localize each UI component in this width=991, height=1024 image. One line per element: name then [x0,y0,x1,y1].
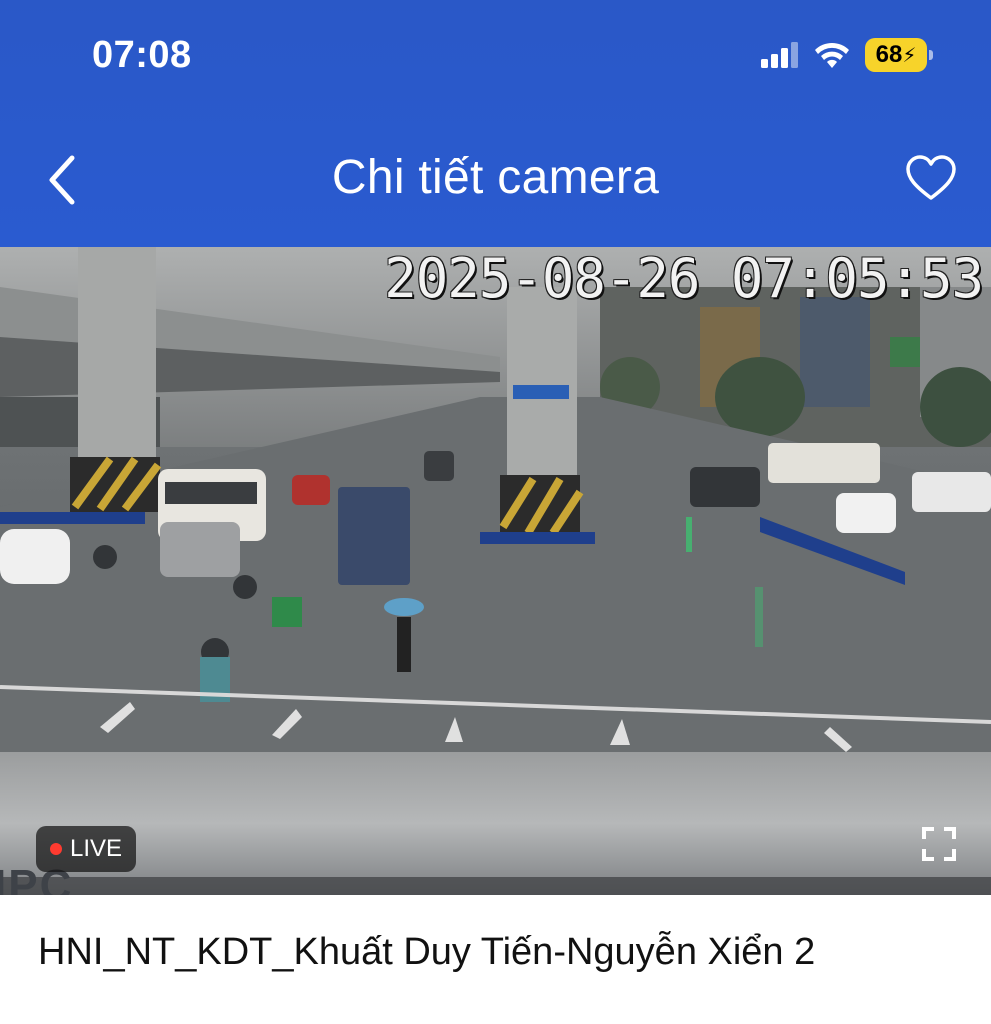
status-icons: 68 ⚡ [761,38,933,72]
page-title: Chi tiết camera [331,151,660,204]
status-time: 07:08 [92,34,192,76]
camera-feed-image [0,247,991,895]
live-label: LIVE [69,835,123,862]
fullscreen-button[interactable] [921,826,957,862]
camera-name: HNI_NT_KDT_Khuất Duy Tiến-Nguyễn Xiển 2 [38,931,816,973]
live-badge: LIVE [36,826,136,872]
favorite-button[interactable] [905,152,957,204]
live-dot-icon [49,843,62,855]
cellular-signal-icon [761,42,798,68]
battery-level: 68 [875,41,903,68]
battery-indicator: 68 ⚡ [865,38,933,72]
wifi-icon [815,42,849,68]
charging-bolt-icon: ⚡ [902,44,917,67]
video-timestamp: 2025-08-26 07:05:53 [384,247,984,310]
app-header: 07:08 68 ⚡ Chi tiết camera [0,0,991,247]
camera-video-player[interactable]: 2025-08-26 07:05:53 IPC LIVE [0,247,991,895]
